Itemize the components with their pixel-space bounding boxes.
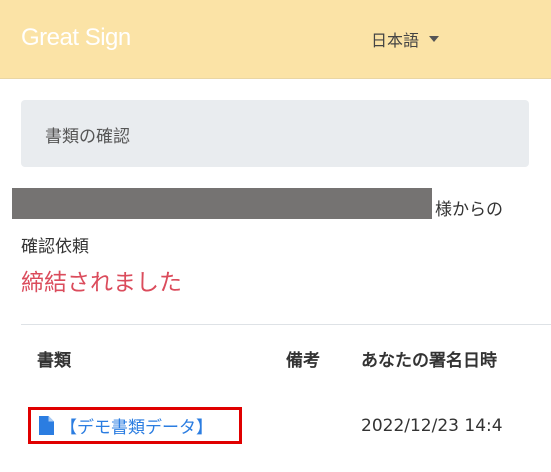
app-header: Great Sign 日本語: [0, 0, 551, 79]
status-text: 締結されました: [21, 270, 182, 296]
signed-at-value: 2022/12/23 14:4: [361, 416, 503, 436]
language-selector[interactable]: 日本語: [371, 27, 440, 51]
table-divider: [21, 324, 551, 325]
document-link[interactable]: 【デモ書類データ】: [28, 407, 242, 444]
chevron-down-icon: [429, 36, 440, 42]
sender-suffix: 様からの: [435, 200, 503, 220]
redacted-sender-name: [12, 188, 432, 219]
column-header-note: 備考: [286, 351, 320, 371]
file-icon: [39, 416, 54, 435]
panel-title: 書類の確認: [45, 127, 130, 147]
request-label: 確認依頼: [21, 237, 89, 257]
app-logo[interactable]: Great Sign: [21, 24, 131, 52]
column-header-document: 書類: [37, 351, 71, 371]
document-link-label: 【デモ書類データ】: [60, 418, 213, 438]
language-label: 日本語: [371, 31, 420, 50]
column-header-signed-at: あなたの署名日時: [361, 351, 497, 371]
document-check-panel: 書類の確認: [21, 100, 529, 167]
